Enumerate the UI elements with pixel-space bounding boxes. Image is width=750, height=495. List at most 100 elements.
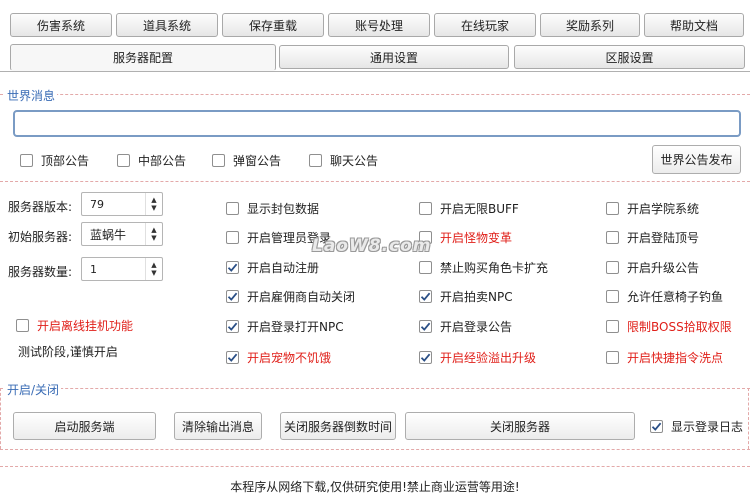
shutdown-countdown-button[interactable]: 关闭服务器倒数时间 <box>280 412 396 440</box>
watermark-logo: LaoW8.com <box>312 236 432 256</box>
checkbox-box[interactable] <box>226 320 239 333</box>
checkbox-label: 开启学院系统 <box>627 202 700 216</box>
server-count-value: 1 <box>90 262 97 276</box>
power-group-border-bottom <box>0 449 750 450</box>
option-checkbox[interactable]: 开启自动注册 <box>226 259 319 276</box>
footer-disclaimer: 本程序从网络下载,仅供研究使用!禁止商业运营等用途! <box>230 480 520 494</box>
checkbox-box[interactable] <box>606 261 619 274</box>
checkbox-box[interactable] <box>16 319 29 332</box>
tab-item-system[interactable]: 道具系统 <box>116 13 218 37</box>
option-checkbox[interactable]: 限制BOSS拾取权限 <box>606 318 732 335</box>
clear-output-button[interactable]: 清除输出消息 <box>174 412 262 440</box>
option-checkbox[interactable]: 开启雇佣商自动关闭 <box>226 288 355 305</box>
spinner-arrows-icon[interactable]: ▲ ▼ <box>145 258 162 280</box>
option-checkbox[interactable]: 开启升级公告 <box>606 259 699 276</box>
stop-server-button[interactable]: 关闭服务器 <box>405 412 635 440</box>
tab-rewards[interactable]: 奖励系列 <box>540 13 640 37</box>
start-server-button[interactable]: 启动服务端 <box>13 412 156 440</box>
checkbox-box[interactable] <box>606 290 619 303</box>
checkbox-top-announcement[interactable]: 顶部公告 <box>20 152 89 169</box>
tab-server-config[interactable]: 服务器配置 <box>10 44 276 71</box>
server-version-spinner[interactable]: 79 ▲ ▼ <box>81 192 163 216</box>
option-checkbox[interactable]: 禁止购买角色卡扩充 <box>419 259 548 276</box>
tab-panel-border <box>0 71 750 72</box>
tab-account[interactable]: 账号处理 <box>328 13 430 37</box>
checkbox-label: 显示登录日志 <box>671 420 744 434</box>
footer-divider <box>0 466 750 467</box>
tab-online-players[interactable]: 在线玩家 <box>434 13 536 37</box>
initial-server-label: 初始服务器: <box>8 230 73 244</box>
checkbox-box[interactable] <box>20 154 33 167</box>
world-message-input[interactable] <box>13 110 741 137</box>
tab-help-docs[interactable]: 帮助文档 <box>644 13 744 37</box>
option-checkbox[interactable]: 开启学院系统 <box>606 200 699 217</box>
server-count-label: 服务器数量: <box>8 265 73 279</box>
checkbox-box[interactable] <box>419 202 432 215</box>
checkbox-box[interactable] <box>606 320 619 333</box>
power-group-border-right <box>748 388 749 449</box>
option-checkbox[interactable]: 开启宠物不饥饿 <box>226 349 331 366</box>
checkmark-icon <box>227 263 238 272</box>
checkbox-label: 开启登陆顶号 <box>627 231 700 245</box>
checkbox-box[interactable] <box>419 261 432 274</box>
option-checkbox[interactable]: 开启登陆顶号 <box>606 229 699 246</box>
checkmark-icon <box>227 353 238 362</box>
option-checkbox[interactable]: 允许任意椅子钓鱼 <box>606 288 723 305</box>
checkbox-middle-announcement[interactable]: 中部公告 <box>117 152 186 169</box>
checkbox-label: 允许任意椅子钓鱼 <box>627 290 724 304</box>
world-announcement-publish-button[interactable]: 世界公告发布 <box>652 145 741 174</box>
checkbox-box[interactable] <box>226 261 239 274</box>
spinner-arrows-icon[interactable]: ▲ ▼ <box>145 193 162 215</box>
checkbox-box[interactable] <box>419 290 432 303</box>
checkbox-box[interactable] <box>309 154 322 167</box>
checkbox-box[interactable] <box>226 231 239 244</box>
checkbox-popup-announcement[interactable]: 弹窗公告 <box>212 152 281 169</box>
option-checkbox[interactable]: 开启登录打开NPC <box>226 318 344 335</box>
checkbox-box[interactable] <box>117 154 130 167</box>
checkbox-box[interactable] <box>226 202 239 215</box>
checkmark-icon <box>420 322 431 331</box>
checkbox-label: 显示封包数据 <box>247 202 320 216</box>
checkbox-offline-hangup[interactable]: 开启离线挂机功能 <box>16 317 133 334</box>
tab-save-reload[interactable]: 保存重载 <box>222 13 324 37</box>
checkmark-icon <box>227 322 238 331</box>
option-checkbox[interactable]: 开启无限BUFF <box>419 200 519 217</box>
checkbox-box[interactable] <box>226 290 239 303</box>
checkbox-box[interactable] <box>606 351 619 364</box>
checkbox-box[interactable] <box>419 351 432 364</box>
option-checkbox[interactable]: 开启拍卖NPC <box>419 288 513 305</box>
option-checkbox[interactable]: 开启登录公告 <box>419 318 512 335</box>
initial-server-spinner[interactable]: 蓝蜗牛 ▲ ▼ <box>81 222 163 246</box>
server-version-label: 服务器版本: <box>8 200 73 214</box>
option-checkbox[interactable]: 显示封包数据 <box>226 200 319 217</box>
checkbox-show-login-log[interactable]: 显示登录日志 <box>650 418 743 435</box>
checkbox-box[interactable] <box>419 320 432 333</box>
option-checkbox[interactable]: 开启快捷指令洗点 <box>606 349 723 366</box>
tab-region-settings[interactable]: 区服设置 <box>514 45 745 69</box>
checkbox-box[interactable] <box>212 154 225 167</box>
checkbox-box[interactable] <box>606 231 619 244</box>
checkbox-label: 开启拍卖NPC <box>440 290 513 304</box>
checkbox-label: 开启怪物变革 <box>440 231 513 245</box>
checkbox-chat-announcement[interactable]: 聊天公告 <box>309 152 378 169</box>
checkbox-label: 开启宠物不饥饿 <box>247 351 332 365</box>
checkbox-label: 开启升级公告 <box>627 261 700 275</box>
option-checkbox[interactable]: 开启经验溢出升级 <box>419 349 536 366</box>
spinner-arrows-icon[interactable]: ▲ ▼ <box>145 223 162 245</box>
checkbox-label: 开启无限BUFF <box>440 202 519 216</box>
server-count-spinner[interactable]: 1 ▲ ▼ <box>81 257 163 281</box>
checkmark-icon <box>651 422 662 431</box>
checkbox-box[interactable] <box>650 420 663 433</box>
checkbox-box[interactable] <box>226 351 239 364</box>
checkbox-label: 顶部公告 <box>41 154 90 168</box>
checkbox-label: 开启自动注册 <box>247 261 320 275</box>
tab-damage-system[interactable]: 伤害系统 <box>10 13 112 37</box>
checkbox-label: 开启离线挂机功能 <box>37 319 134 333</box>
power-group-border-left <box>0 388 1 449</box>
checkbox-label: 禁止购买角色卡扩充 <box>440 261 549 275</box>
checkbox-box[interactable] <box>606 202 619 215</box>
option-checkbox[interactable]: 开启怪物变革 <box>419 229 512 246</box>
checkbox-label: 开启雇佣商自动关闭 <box>247 290 356 304</box>
tab-general-settings[interactable]: 通用设置 <box>279 45 509 69</box>
checkbox-label: 中部公告 <box>138 154 187 168</box>
